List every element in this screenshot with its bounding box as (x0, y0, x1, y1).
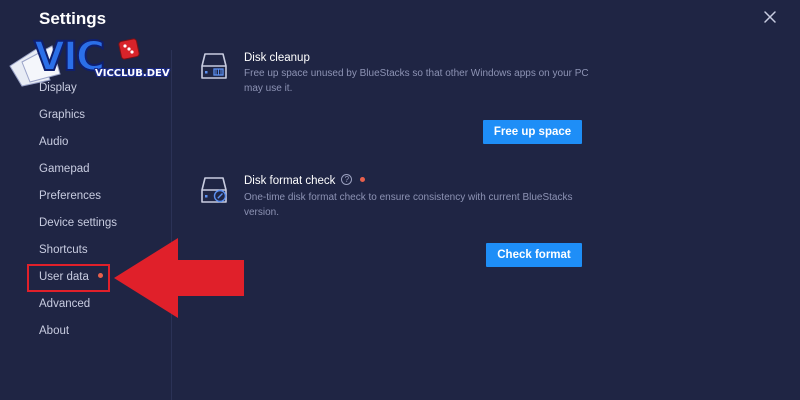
highlight-box (27, 264, 110, 292)
notification-dot (360, 177, 366, 183)
sidebar-item-label: Preferences (39, 190, 102, 202)
check-format-button[interactable]: Check format (486, 243, 582, 267)
close-button[interactable] (762, 9, 778, 25)
section-title-text: Disk format check (244, 175, 336, 187)
sidebar-item-label: Graphics (39, 109, 86, 121)
sidebar-item-label: Advanced (39, 298, 91, 310)
help-icon[interactable]: ? (341, 174, 353, 186)
sidebar-item-gamepad[interactable]: Gamepad (39, 163, 90, 175)
disk-check-icon (201, 177, 227, 203)
sidebar-item-label: Shortcuts (39, 244, 88, 256)
close-icon (764, 11, 776, 23)
sidebar-item-about[interactable]: About (39, 325, 69, 337)
section-description: One-time disk format check to ensure con… (244, 192, 573, 218)
sidebar-item-label: Device settings (39, 217, 117, 229)
sidebar-divider (171, 50, 172, 400)
svg-text:VIC: VIC (34, 34, 103, 80)
left-arrow-icon (114, 238, 244, 318)
sidebar-item-preferences[interactable]: Preferences (39, 190, 101, 202)
sidebar-item-audio[interactable]: Audio (39, 136, 68, 148)
section-title: Disk format check? (244, 174, 366, 187)
free-up-space-button[interactable]: Free up space (483, 120, 582, 144)
watermark-url: VICCLUB.DEV (95, 68, 170, 79)
sidebar-item-advanced[interactable]: Advanced (39, 298, 90, 310)
sidebar-item-graphics[interactable]: Graphics (39, 109, 85, 121)
section-title: Disk cleanup (244, 52, 310, 64)
sidebar-item-label: Gamepad (39, 163, 90, 175)
sidebar-item-shortcuts[interactable]: Shortcuts (39, 244, 88, 256)
sidebar-item-device-settings[interactable]: Device settings (39, 217, 117, 229)
disk-cleanup-icon (201, 53, 227, 79)
sidebar-item-label: Audio (39, 136, 69, 148)
sidebar-item-label: About (39, 325, 70, 337)
section-description: Free up space unused by BlueStacks so th… (244, 68, 589, 94)
watermark-logo: VIC VICCLUB.DEV (8, 18, 173, 88)
